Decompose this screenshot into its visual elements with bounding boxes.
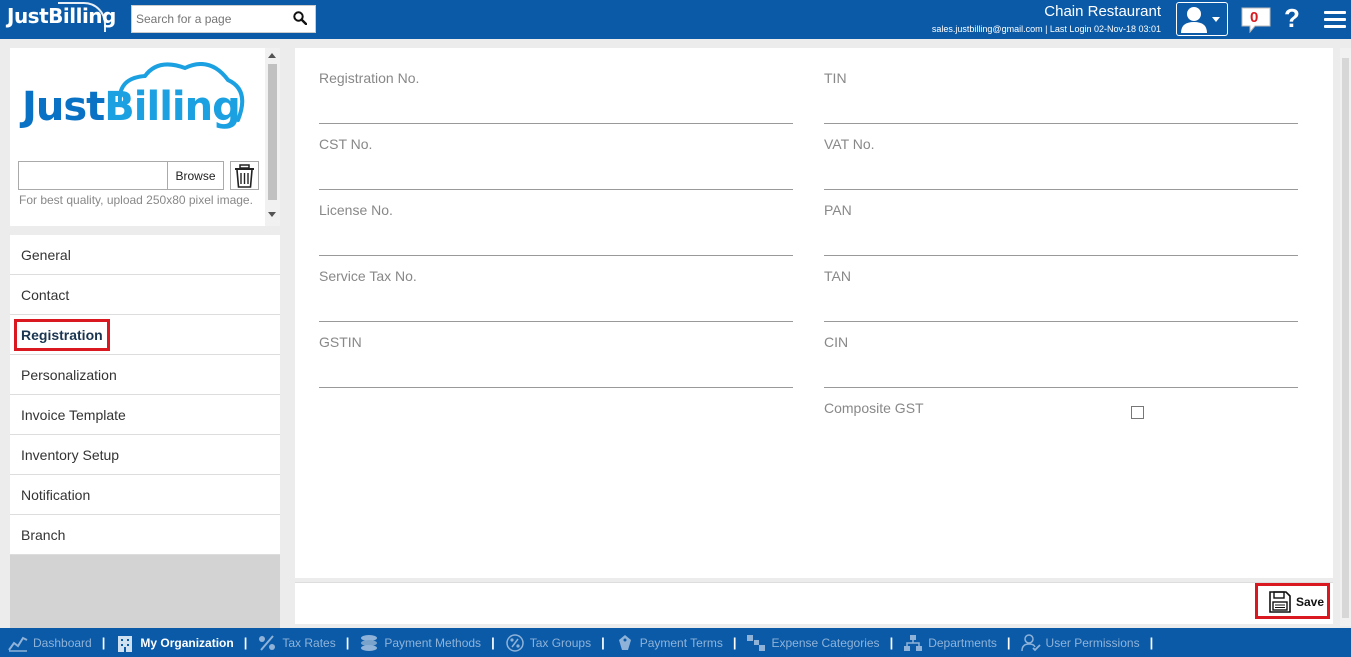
field-label: License No. <box>319 202 393 218</box>
field-label: CST No. <box>319 136 373 152</box>
tan-field[interactable]: TAN <box>824 268 1298 322</box>
company-logo: JustBilling <box>22 84 241 130</box>
composite-gst-label: Composite GST <box>824 400 924 416</box>
upload-hint-text: For best quality, upload 250x80 pixel im… <box>19 193 253 207</box>
delete-logo-button[interactable] <box>230 161 259 190</box>
page-scrollbar[interactable] <box>1340 48 1351 626</box>
bottom-nav: Dashboard | My Organization | Tax Rates … <box>0 628 1351 657</box>
bottom-nav-dashboard[interactable]: Dashboard <box>8 634 92 652</box>
bottom-nav-separator: | <box>1006 635 1011 650</box>
nav-item-general[interactable]: General <box>10 235 280 275</box>
bottom-nav-user-permissions[interactable]: User Permissions <box>1020 633 1140 652</box>
tag-icon <box>618 634 631 650</box>
bottom-nav-payment-methods[interactable]: Payment Methods <box>359 634 481 652</box>
user-login-info: sales.justbilling@gmail.com | Last Login… <box>931 24 1161 34</box>
field-label: Service Tax No. <box>319 268 417 284</box>
user-menu-button[interactable] <box>1176 2 1228 36</box>
notification-count: 0 <box>1250 9 1259 26</box>
scroll-down-arrow-icon[interactable] <box>268 212 276 217</box>
category-icon <box>747 634 766 651</box>
bottom-nav-tax-groups[interactable]: Tax Groups <box>505 633 591 652</box>
field-label: PAN <box>824 202 852 218</box>
help-button[interactable]: ? <box>1284 3 1300 34</box>
top-bar: JustBilling Chain Restaurant sales.justb… <box>0 0 1351 39</box>
nav-item-inventory-setup[interactable]: Inventory Setup <box>10 435 280 475</box>
nav-item-registration[interactable]: Registration <box>10 315 280 355</box>
org-chart-icon <box>904 634 923 651</box>
hamburger-menu-icon[interactable] <box>1324 11 1346 29</box>
cin-field[interactable]: CIN <box>824 334 1298 388</box>
logo-upload-panel: JustBilling Browse For best quality, upl… <box>10 48 280 226</box>
composite-gst-checkbox[interactable] <box>1131 406 1144 419</box>
search-input[interactable] <box>132 6 287 32</box>
browse-button[interactable]: Browse <box>167 161 224 190</box>
save-button[interactable]: Save <box>1255 583 1330 619</box>
bottom-nav-payment-terms[interactable]: Payment Terms <box>615 634 723 652</box>
bottom-nav-separator: | <box>243 635 248 650</box>
form-footer <box>295 582 1333 624</box>
bottom-nav-separator: | <box>889 635 894 650</box>
bottom-nav-separator: | <box>345 635 350 650</box>
search-icon[interactable] <box>293 11 307 25</box>
field-label: Registration No. <box>319 70 420 86</box>
save-label: Save <box>1296 595 1325 609</box>
building-icon <box>118 635 133 652</box>
bottom-nav-separator: | <box>732 635 737 650</box>
field-label: CIN <box>824 334 849 350</box>
field-label: TAN <box>824 268 851 284</box>
user-permission-icon <box>1020 633 1041 651</box>
bottom-nav-separator: | <box>1149 635 1154 650</box>
field-label: TIN <box>824 70 847 86</box>
bottom-nav-departments[interactable]: Departments <box>903 634 997 652</box>
bottom-nav-separator: | <box>491 635 495 650</box>
settings-nav: General Contact Registration Personaliza… <box>10 235 280 628</box>
bottom-nav-tax-rates[interactable]: Tax Rates <box>257 634 336 652</box>
bottom-nav-separator: | <box>601 635 605 650</box>
cst-no-field[interactable]: CST No. <box>319 136 793 190</box>
search-box <box>131 5 316 33</box>
nav-item-contact[interactable]: Contact <box>10 275 280 315</box>
service-tax-no-field[interactable]: Service Tax No. <box>319 268 793 322</box>
organization-name: Chain Restaurant <box>1044 3 1161 20</box>
bottom-nav-expense-categories[interactable]: Expense Categories <box>746 634 880 652</box>
coins-icon <box>361 634 378 651</box>
nav-item-branch[interactable]: Branch <box>10 515 280 555</box>
logo-file-input[interactable] <box>18 161 168 190</box>
vat-no-field[interactable]: VAT No. <box>824 136 1298 190</box>
floppy-disk-icon <box>1269 591 1291 613</box>
pan-field[interactable]: PAN <box>824 202 1298 256</box>
field-label: GSTIN <box>319 334 362 350</box>
scroll-up-arrow-icon[interactable] <box>268 53 276 58</box>
gstin-field[interactable]: GSTIN <box>319 334 793 388</box>
nav-item-notification[interactable]: Notification <box>10 475 280 515</box>
nav-item-invoice-template[interactable]: Invoice Template <box>10 395 280 435</box>
bottom-nav-my-organization[interactable]: My Organization <box>115 634 234 652</box>
bottom-nav-separator: | <box>101 635 106 650</box>
notifications-button[interactable]: 0 <box>1241 7 1271 34</box>
field-label: VAT No. <box>824 136 875 152</box>
scroll-thumb[interactable] <box>268 64 277 200</box>
chevron-down-icon <box>1212 17 1220 22</box>
license-no-field[interactable]: License No. <box>319 202 793 256</box>
percent-circle-icon <box>505 633 524 652</box>
percent-icon <box>259 634 276 651</box>
nav-item-personalization[interactable]: Personalization <box>10 355 280 395</box>
registration-no-field[interactable]: Registration No. <box>319 70 793 124</box>
chart-icon <box>8 636 28 652</box>
trash-icon <box>235 164 254 188</box>
logo-panel-scrollbar[interactable] <box>265 48 280 226</box>
user-avatar-icon <box>1181 7 1220 33</box>
registration-form: Registration No. TIN CST No. VAT No. Lic… <box>295 48 1333 578</box>
page-scroll-thumb[interactable] <box>1342 58 1349 618</box>
tin-field[interactable]: TIN <box>824 70 1298 124</box>
